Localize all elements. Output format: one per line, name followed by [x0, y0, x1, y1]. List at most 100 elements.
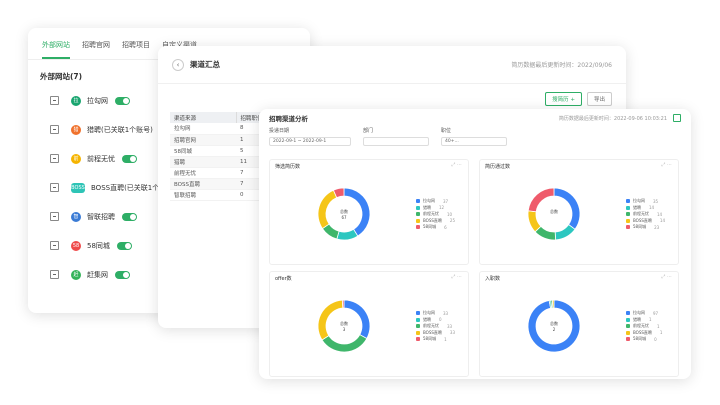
legend-value: 33 — [443, 310, 449, 316]
legend-swatch — [416, 317, 420, 322]
chart-panel: 入职数 ⤢ ⋯ 总数 2 拉勾网 97 猎聘 1 前程无忧 1 BOSS直聘 1 58同城 0 — [479, 271, 679, 377]
chart-panel: 简历通过数 ⤢ ⋯ 总数 拉勾网 35 猎聘 14 前程无忧 14 BOSS直聘 14 58同城 23 — [479, 159, 679, 265]
chart-tools-icon[interactable]: ⤢ ⋯ — [661, 274, 672, 280]
legend-value: 14 — [649, 205, 655, 211]
legend-value: 1 — [659, 330, 663, 336]
site-enable-switch[interactable] — [122, 154, 137, 163]
legend-label: BOSS直聘 — [633, 217, 652, 223]
legend-swatch — [416, 330, 420, 335]
legend-label: 58同城 — [423, 224, 437, 230]
legend-item[interactable]: 58同城 0 — [626, 336, 662, 343]
site-enable-switch[interactable] — [116, 241, 132, 250]
tab-projects[interactable]: 招聘项目 — [122, 40, 150, 59]
legend-label: BOSS直聘 — [423, 329, 442, 335]
column-header[interactable]: 渠道来源 — [170, 112, 237, 123]
legend-swatch — [416, 324, 420, 329]
table-cell: BOSS直聘 — [170, 178, 236, 190]
expand-toggle-icon[interactable] — [50, 183, 59, 192]
legend-swatch — [626, 330, 630, 335]
legend-swatch — [626, 337, 630, 342]
legend-swatch — [626, 218, 630, 223]
analysis-title: 招聘渠道分析 — [269, 115, 308, 123]
legend-value: 12 — [439, 205, 445, 211]
chart-tools-icon[interactable]: ⤢ ⋯ — [451, 274, 462, 280]
site-enable-switch[interactable] — [115, 270, 130, 279]
tab-official-site[interactable]: 招聘官网 — [82, 40, 110, 59]
donut-center-total: 67 — [341, 215, 347, 220]
legend-swatch — [416, 205, 420, 210]
site-enable-switch[interactable] — [122, 212, 137, 221]
search-resume-button[interactable]: 搜简历 + — [545, 92, 582, 106]
legend-label: 猎聘 — [423, 204, 431, 210]
donut-slice — [343, 299, 371, 340]
site-logo-icon: 猎 — [71, 124, 81, 135]
donut-center-label: 总数 — [550, 208, 558, 214]
site-name: 智联招聘 — [87, 212, 115, 221]
site-logo-icon: BOSS — [71, 182, 85, 193]
donut-center-total: 2 — [553, 327, 556, 332]
table-cell: 猎聘 — [170, 156, 236, 168]
legend-item[interactable]: 58同城 1 — [416, 336, 455, 343]
legend-label: 拉勾网 — [633, 198, 645, 204]
analysis-update-note: 简历数据最后更新时间：2022-09-06 10:03:21 — [558, 115, 667, 122]
legend-value: 14 — [659, 218, 665, 224]
table-cell: 前程无忧 — [170, 167, 236, 179]
tab-external-sites[interactable]: 外部网站 — [42, 40, 70, 59]
expand-toggle-icon[interactable] — [50, 270, 59, 279]
site-logo-icon: 58 — [71, 240, 81, 251]
legend-label: 前程无忧 — [423, 211, 439, 217]
job-select[interactable]: 40+... — [441, 137, 507, 146]
legend-item[interactable]: 58同城 6 — [416, 224, 455, 231]
legend-value: 33 — [447, 323, 453, 329]
table-cell: 智联招聘 — [170, 189, 236, 201]
expand-toggle-icon[interactable] — [50, 241, 59, 250]
dept-select[interactable] — [363, 137, 429, 146]
legend-label: BOSS直聘 — [633, 329, 652, 335]
date-range-input[interactable]: 2022-09-1 ~ 2022-09-1 — [269, 137, 351, 146]
chart-legend: 拉勾网 33 猎聘 0 前程无忧 33 BOSS直聘 33 58同城 1 — [416, 310, 455, 343]
donut-chart: 总数2 — [527, 299, 581, 353]
donut-slice — [336, 228, 359, 241]
legend-label: 58同城 — [633, 336, 647, 342]
legend-label: 前程无忧 — [423, 323, 439, 329]
table-cell: 58同城 — [170, 145, 236, 157]
legend-swatch — [626, 205, 630, 210]
legend-swatch — [416, 337, 420, 342]
export-button[interactable]: 导出 — [586, 92, 612, 106]
table-cell: 招聘官网 — [170, 134, 236, 146]
donut-slice — [551, 299, 555, 309]
job-filter-label: 职位 — [441, 128, 452, 134]
table-cell: 拉勾网 — [170, 123, 236, 135]
legend-value: 23 — [654, 224, 660, 230]
donut-center-total: 3 — [343, 327, 346, 332]
site-name: 猎聘(已关联1个账号) — [87, 125, 153, 134]
site-name: 前程无忧 — [87, 154, 115, 163]
legend-swatch — [416, 311, 420, 316]
legend-value: 1 — [649, 317, 652, 323]
legend-value: 1 — [657, 323, 660, 329]
site-name: 赶集网 — [87, 270, 108, 279]
legend-value: 33 — [449, 330, 455, 336]
donut-slice — [317, 189, 338, 230]
expand-toggle-icon[interactable] — [50, 125, 59, 134]
legend-label: 58同城 — [423, 336, 437, 342]
legend-swatch — [626, 225, 630, 230]
legend-label: 拉勾网 — [633, 310, 645, 316]
chart-tools-icon[interactable]: ⤢ ⋯ — [661, 162, 672, 168]
site-enable-switch[interactable] — [115, 96, 130, 105]
legend-value: 97 — [653, 310, 659, 316]
fullscreen-icon[interactable] — [673, 114, 681, 122]
donut-slice — [527, 210, 542, 233]
donut-center-label: 总数 — [340, 320, 348, 326]
donut-slice — [554, 224, 576, 241]
legend-swatch — [626, 199, 630, 204]
expand-toggle-icon[interactable] — [50, 212, 59, 221]
legend-item[interactable]: 58同城 23 — [626, 224, 665, 231]
legend-value: 25 — [449, 218, 455, 224]
chart-tools-icon[interactable]: ⤢ ⋯ — [451, 162, 462, 168]
expand-toggle-icon[interactable] — [50, 96, 59, 105]
back-icon[interactable]: ‹ — [172, 58, 184, 71]
legend-value: 1 — [444, 336, 447, 342]
legend-label: 猎聘 — [423, 316, 431, 322]
expand-toggle-icon[interactable] — [50, 154, 59, 163]
